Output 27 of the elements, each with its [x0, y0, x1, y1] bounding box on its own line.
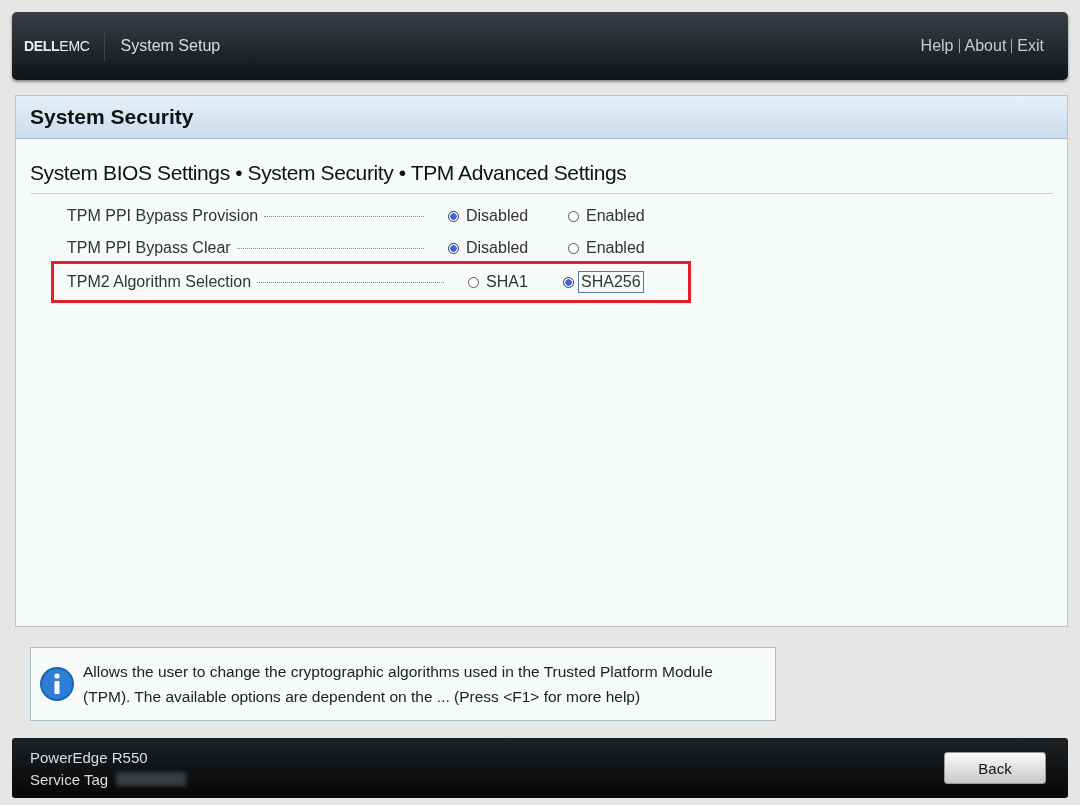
- app-title: System Setup: [120, 37, 221, 55]
- header-link[interactable]: Help: [920, 37, 954, 55]
- setting-label: TPM PPI Bypass Clear: [67, 239, 231, 257]
- panel-title: System Security: [16, 96, 1067, 139]
- option-label[interactable]: Enabled: [583, 237, 648, 259]
- info-icon: [39, 666, 75, 702]
- model-name: PowerEdge R550: [30, 748, 149, 766]
- logo: DELLEMC: [24, 38, 90, 54]
- back-button[interactable]: Back: [944, 752, 1046, 784]
- breadcrumb: System BIOS Settings • System Security • TPM Advanced Settings: [30, 161, 1053, 194]
- option-label[interactable]: Enabled: [583, 205, 648, 227]
- header-link[interactable]: About: [964, 37, 1007, 55]
- service-tag-label: Service Tag: [30, 770, 109, 788]
- option-label[interactable]: Disabled: [463, 205, 532, 227]
- setting-label: TPM2 Algorithm Selection: [67, 273, 252, 291]
- setting-label: TPM PPI Bypass Provision: [67, 207, 259, 225]
- option-label[interactable]: SHA256: [578, 271, 644, 293]
- help-text: Allows the user to change the cryptographic algorithms used in the Trusted Platform Module (TPM). The available options are dependent on the ... (Press <F1> for more help): [83, 662, 714, 707]
- radio-button[interactable]: [448, 210, 459, 222]
- header-link[interactable]: Exit: [1017, 37, 1044, 55]
- option-label[interactable]: Disabled: [463, 237, 532, 259]
- radio-button[interactable]: [568, 242, 579, 254]
- radio-button[interactable]: [563, 276, 574, 288]
- radio-button[interactable]: [468, 276, 479, 288]
- option-label[interactable]: SHA1: [483, 271, 531, 293]
- radio-button[interactable]: [568, 210, 579, 222]
- radio-button[interactable]: [448, 242, 459, 254]
